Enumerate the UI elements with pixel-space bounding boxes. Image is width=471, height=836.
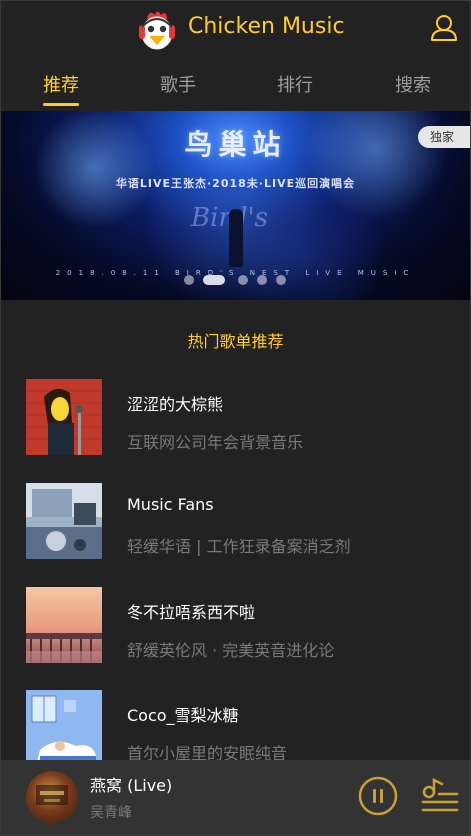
playlist-icon[interactable] bbox=[421, 777, 459, 814]
banner-performer-figure bbox=[229, 209, 243, 267]
tab-singer[interactable]: 歌手 bbox=[138, 71, 218, 97]
chicken-logo-icon bbox=[137, 9, 177, 51]
playlist-desc: 轻缓华语 | 工作狂录备案消乏剂 bbox=[127, 537, 351, 556]
app-root: Chicken Music 推荐 歌手 排行 搜索 鸟巢站 华语LIVE王张杰·… bbox=[0, 0, 471, 836]
pause-icon[interactable] bbox=[358, 776, 398, 816]
playlist-desc: 互联网公司年会背景音乐 bbox=[127, 433, 304, 452]
playlist-name: Music Fans bbox=[127, 495, 214, 514]
banner-title: 鸟巢站 bbox=[184, 128, 287, 161]
exclusive-badge: 独家 bbox=[418, 126, 470, 148]
slider-dot[interactable] bbox=[276, 275, 286, 285]
slider-dot[interactable] bbox=[238, 275, 248, 285]
playlist-name: Coco_雪梨冰糖 bbox=[127, 706, 239, 725]
playlist-cover bbox=[26, 379, 102, 455]
playlist-desc: 舒缓英伦风 · 完美英音进化论 bbox=[127, 641, 335, 660]
slider-dot[interactable] bbox=[257, 275, 267, 285]
playlist-item[interactable]: Coco_雪梨冰糖 首尔小屋里的安眠纯音 bbox=[1, 690, 470, 770]
tab-label: 排行 bbox=[277, 75, 313, 96]
slider-dot-active[interactable] bbox=[203, 275, 225, 285]
tab-label: 歌手 bbox=[160, 75, 196, 96]
playlist-cover bbox=[26, 587, 102, 663]
banner-slider[interactable]: 鸟巢站 华语LIVE王张杰·2018未·LIVE巡回演唱会 Bird's 201… bbox=[1, 111, 470, 300]
playlist-item[interactable]: Music Fans 轻缓华语 | 工作狂录备案消乏剂 bbox=[1, 483, 470, 563]
tab-search[interactable]: 搜索 bbox=[373, 71, 453, 97]
hot-section-title: 热门歌单推荐 bbox=[187, 332, 284, 351]
playlist-cover bbox=[26, 690, 102, 766]
song-cover bbox=[26, 771, 78, 823]
user-icon[interactable] bbox=[429, 13, 459, 43]
banner-date-line: 2018.08.11 BIRD'S NEST LIVE MUSIC bbox=[55, 269, 416, 277]
playlist-name: 涩涩的大棕熊 bbox=[127, 395, 224, 414]
active-tab-indicator bbox=[43, 103, 79, 106]
playlist-item[interactable]: 涩涩的大棕熊 互联网公司年会背景音乐 bbox=[1, 379, 470, 459]
playlist-name: 冬不拉唔系西不啦 bbox=[127, 603, 256, 622]
banner-subtitle: 华语LIVE王张杰·2018未·LIVE巡回演唱会 bbox=[115, 177, 356, 190]
playlist-item[interactable]: 冬不拉唔系西不啦 舒缓英伦风 · 完美英音进化论 bbox=[1, 587, 470, 667]
tab-rank[interactable]: 排行 bbox=[255, 71, 335, 97]
app-title: Chicken Music bbox=[188, 14, 345, 39]
tab-label: 推荐 bbox=[43, 75, 79, 96]
header: Chicken Music bbox=[1, 1, 470, 57]
tab-recommend[interactable]: 推荐 bbox=[21, 71, 101, 106]
playlist-cover bbox=[26, 483, 102, 559]
slider-dot[interactable] bbox=[184, 275, 194, 285]
singer-name: 吴青峰 bbox=[90, 805, 132, 821]
tab-label: 搜索 bbox=[395, 75, 431, 96]
song-title: 燕窝 (Live) bbox=[90, 776, 173, 795]
mini-player[interactable]: 燕窝 (Live) 吴青峰 bbox=[1, 760, 470, 835]
tab-bar: 推荐 歌手 排行 搜索 bbox=[1, 61, 470, 106]
